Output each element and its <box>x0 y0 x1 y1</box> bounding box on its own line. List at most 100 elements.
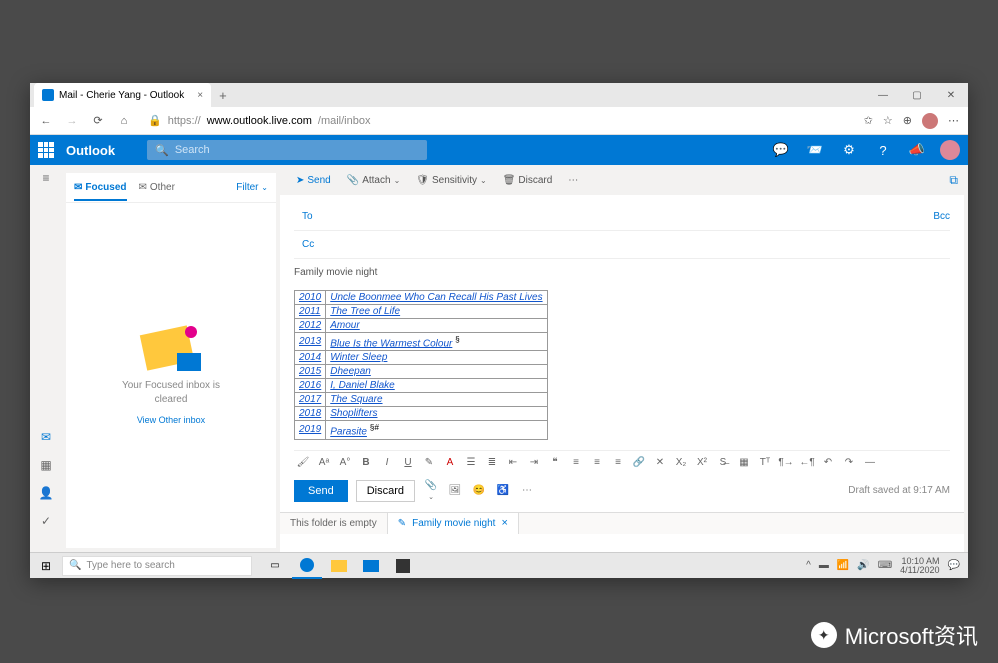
fmt-brush-icon[interactable]: 🖌 <box>294 457 312 468</box>
strike-button[interactable]: S̶ <box>714 457 732 468</box>
browser-tab-strip: Mail - Cherie Yang - Outlook × + — ▢ ✕ <box>30 83 968 107</box>
editor-body[interactable]: 2010Uncle Boonmee Who Can Recall His Pas… <box>294 286 950 444</box>
edge-app-icon[interactable] <box>292 553 322 579</box>
numbering-button[interactable]: ≣ <box>483 457 501 468</box>
highlight-button[interactable]: ✎ <box>420 457 438 468</box>
task-view-icon[interactable]: ▭ <box>260 553 290 579</box>
language-icon[interactable]: ⌨ <box>878 560 892 571</box>
todo-icon[interactable]: ✓ <box>41 514 51 528</box>
store-app-icon[interactable] <box>388 553 418 579</box>
app-launcher-icon[interactable] <box>38 142 54 158</box>
font-color-button[interactable]: A <box>441 457 459 468</box>
sensitivity-command[interactable]: 🛡 Sensitivity ⌄ <box>410 175 492 186</box>
cc-button[interactable]: Cc <box>294 237 322 252</box>
action-center-icon[interactable]: 💬 <box>948 560 960 571</box>
clear-format-button[interactable]: ✕ <box>651 457 669 468</box>
attach-command[interactable]: 📎 Attach ⌄ <box>341 175 407 186</box>
bottom-tab-empty[interactable]: This folder is empty <box>280 513 388 534</box>
redo-button[interactable]: ↷ <box>840 457 858 468</box>
taskbar-search-placeholder: Type here to search <box>86 560 174 571</box>
accessibility-icon[interactable]: ♿ <box>495 485 511 496</box>
close-draft-tab[interactable]: × <box>501 517 507 529</box>
back-button[interactable]: ← <box>38 115 54 127</box>
attach-icon[interactable]: 📎⌄ <box>423 480 439 502</box>
minimize-button[interactable]: — <box>866 90 900 101</box>
subject-field[interactable]: Family movie night <box>294 259 950 286</box>
filter-dropdown[interactable]: Filter ⌄ <box>236 182 268 193</box>
quote-button[interactable]: ❝ <box>546 457 564 468</box>
to-button[interactable]: To <box>294 209 321 224</box>
mail-app-icon[interactable] <box>356 553 386 579</box>
superscript-button[interactable]: X² <box>693 457 711 468</box>
align-left-button[interactable]: ≡ <box>567 457 585 468</box>
browser-menu-icon[interactable]: ⋯ <box>948 114 960 127</box>
align-center-button[interactable]: ≡ <box>588 457 606 468</box>
discard-button[interactable]: Discard <box>356 480 415 502</box>
help-icon[interactable]: ? <box>872 143 894 158</box>
ltr-button[interactable]: ¶→ <box>777 457 795 468</box>
battery-icon[interactable]: ▬ <box>819 560 829 571</box>
wifi-icon[interactable]: 📶 <box>837 560 849 571</box>
send-command[interactable]: ➤ Send <box>290 175 337 186</box>
close-button[interactable]: ✕ <box>934 90 968 101</box>
people-icon[interactable]: 👤 <box>39 486 54 500</box>
settings-icon[interactable]: ⚙ <box>838 142 860 158</box>
volume-icon[interactable]: 🔊 <box>857 560 869 571</box>
mail-icon[interactable]: ✉ <box>41 430 51 444</box>
home-button[interactable]: ⌂ <box>116 115 132 127</box>
new-tab-button[interactable]: + <box>219 88 227 103</box>
url-field[interactable]: 🔒 https://www.outlook.live.com/mail/inbo… <box>142 114 854 127</box>
tab-other[interactable]: ✉ Other <box>139 182 175 193</box>
outdent-button[interactable]: ⇤ <box>504 457 522 468</box>
favorites-icon[interactable]: ☆ <box>883 114 893 127</box>
profile-avatar[interactable] <box>922 113 938 129</box>
link-button[interactable]: 🔗 <box>630 457 648 468</box>
tray-chevron-icon[interactable]: ^ <box>806 560 811 571</box>
more-commands[interactable]: ⋯ <box>562 175 584 186</box>
emoji-icon[interactable]: 😊 <box>471 485 487 496</box>
forward-button[interactable]: → <box>64 115 80 127</box>
notifications-icon[interactable]: 📨 <box>804 142 826 158</box>
tab-close-icon[interactable]: × <box>197 90 203 101</box>
font-family-picker[interactable]: Aᵃ <box>315 457 333 468</box>
taskbar-search[interactable]: 🔍 Type here to search <box>62 556 252 576</box>
whatsnew-icon[interactable]: 📣 <box>906 142 928 158</box>
popout-icon[interactable]: ⧉ <box>949 173 958 188</box>
insert-image-icon[interactable]: 🖼 <box>447 485 463 496</box>
search-box[interactable]: 🔍 Search <box>147 140 427 160</box>
to-row[interactable]: To Bcc <box>294 203 950 231</box>
discard-command[interactable]: 🗑 Discard <box>497 175 559 186</box>
bottom-tab-draft[interactable]: ✎ Family movie night × <box>388 513 519 534</box>
browser-tab[interactable]: Mail - Cherie Yang - Outlook × <box>34 83 211 107</box>
undo-button[interactable]: ↶ <box>819 457 837 468</box>
bcc-toggle[interactable]: Bcc <box>933 211 950 222</box>
reading-view-icon[interactable]: ✩ <box>864 114 873 127</box>
explorer-app-icon[interactable] <box>324 553 354 579</box>
indent-button[interactable]: ⇥ <box>525 457 543 468</box>
tab-focused[interactable]: ✉ Focused <box>74 182 127 201</box>
bullets-button[interactable]: ☰ <box>462 457 480 468</box>
hr-button[interactable]: — <box>861 457 879 468</box>
case-button[interactable]: Tᵀ <box>756 457 774 468</box>
start-button[interactable]: ⊞ <box>30 559 62 573</box>
cc-row[interactable]: Cc <box>294 231 950 259</box>
underline-button[interactable]: U <box>399 457 417 468</box>
table-button[interactable]: ▦ <box>735 457 753 468</box>
hamburger-icon[interactable]: ≡ <box>42 171 49 185</box>
align-right-button[interactable]: ≡ <box>609 457 627 468</box>
subscript-button[interactable]: X₂ <box>672 457 690 468</box>
rtl-button[interactable]: ←¶ <box>798 457 816 468</box>
italic-button[interactable]: I <box>378 457 396 468</box>
font-size-picker[interactable]: A° <box>336 457 354 468</box>
view-other-link[interactable]: View Other inbox <box>137 415 205 425</box>
send-button[interactable]: Send <box>294 480 348 502</box>
skype-icon[interactable]: 💬 <box>770 142 792 158</box>
account-avatar[interactable] <box>940 140 960 160</box>
calendar-icon[interactable]: ▦ <box>40 458 51 472</box>
refresh-button[interactable]: ⟳ <box>90 114 106 127</box>
maximize-button[interactable]: ▢ <box>900 90 934 101</box>
more-send-options[interactable]: ⋯ <box>519 485 535 496</box>
collections-icon[interactable]: ⊕ <box>903 114 912 127</box>
clock[interactable]: 10:10 AM 4/11/2020 <box>900 557 939 575</box>
bold-button[interactable]: B <box>357 457 375 468</box>
